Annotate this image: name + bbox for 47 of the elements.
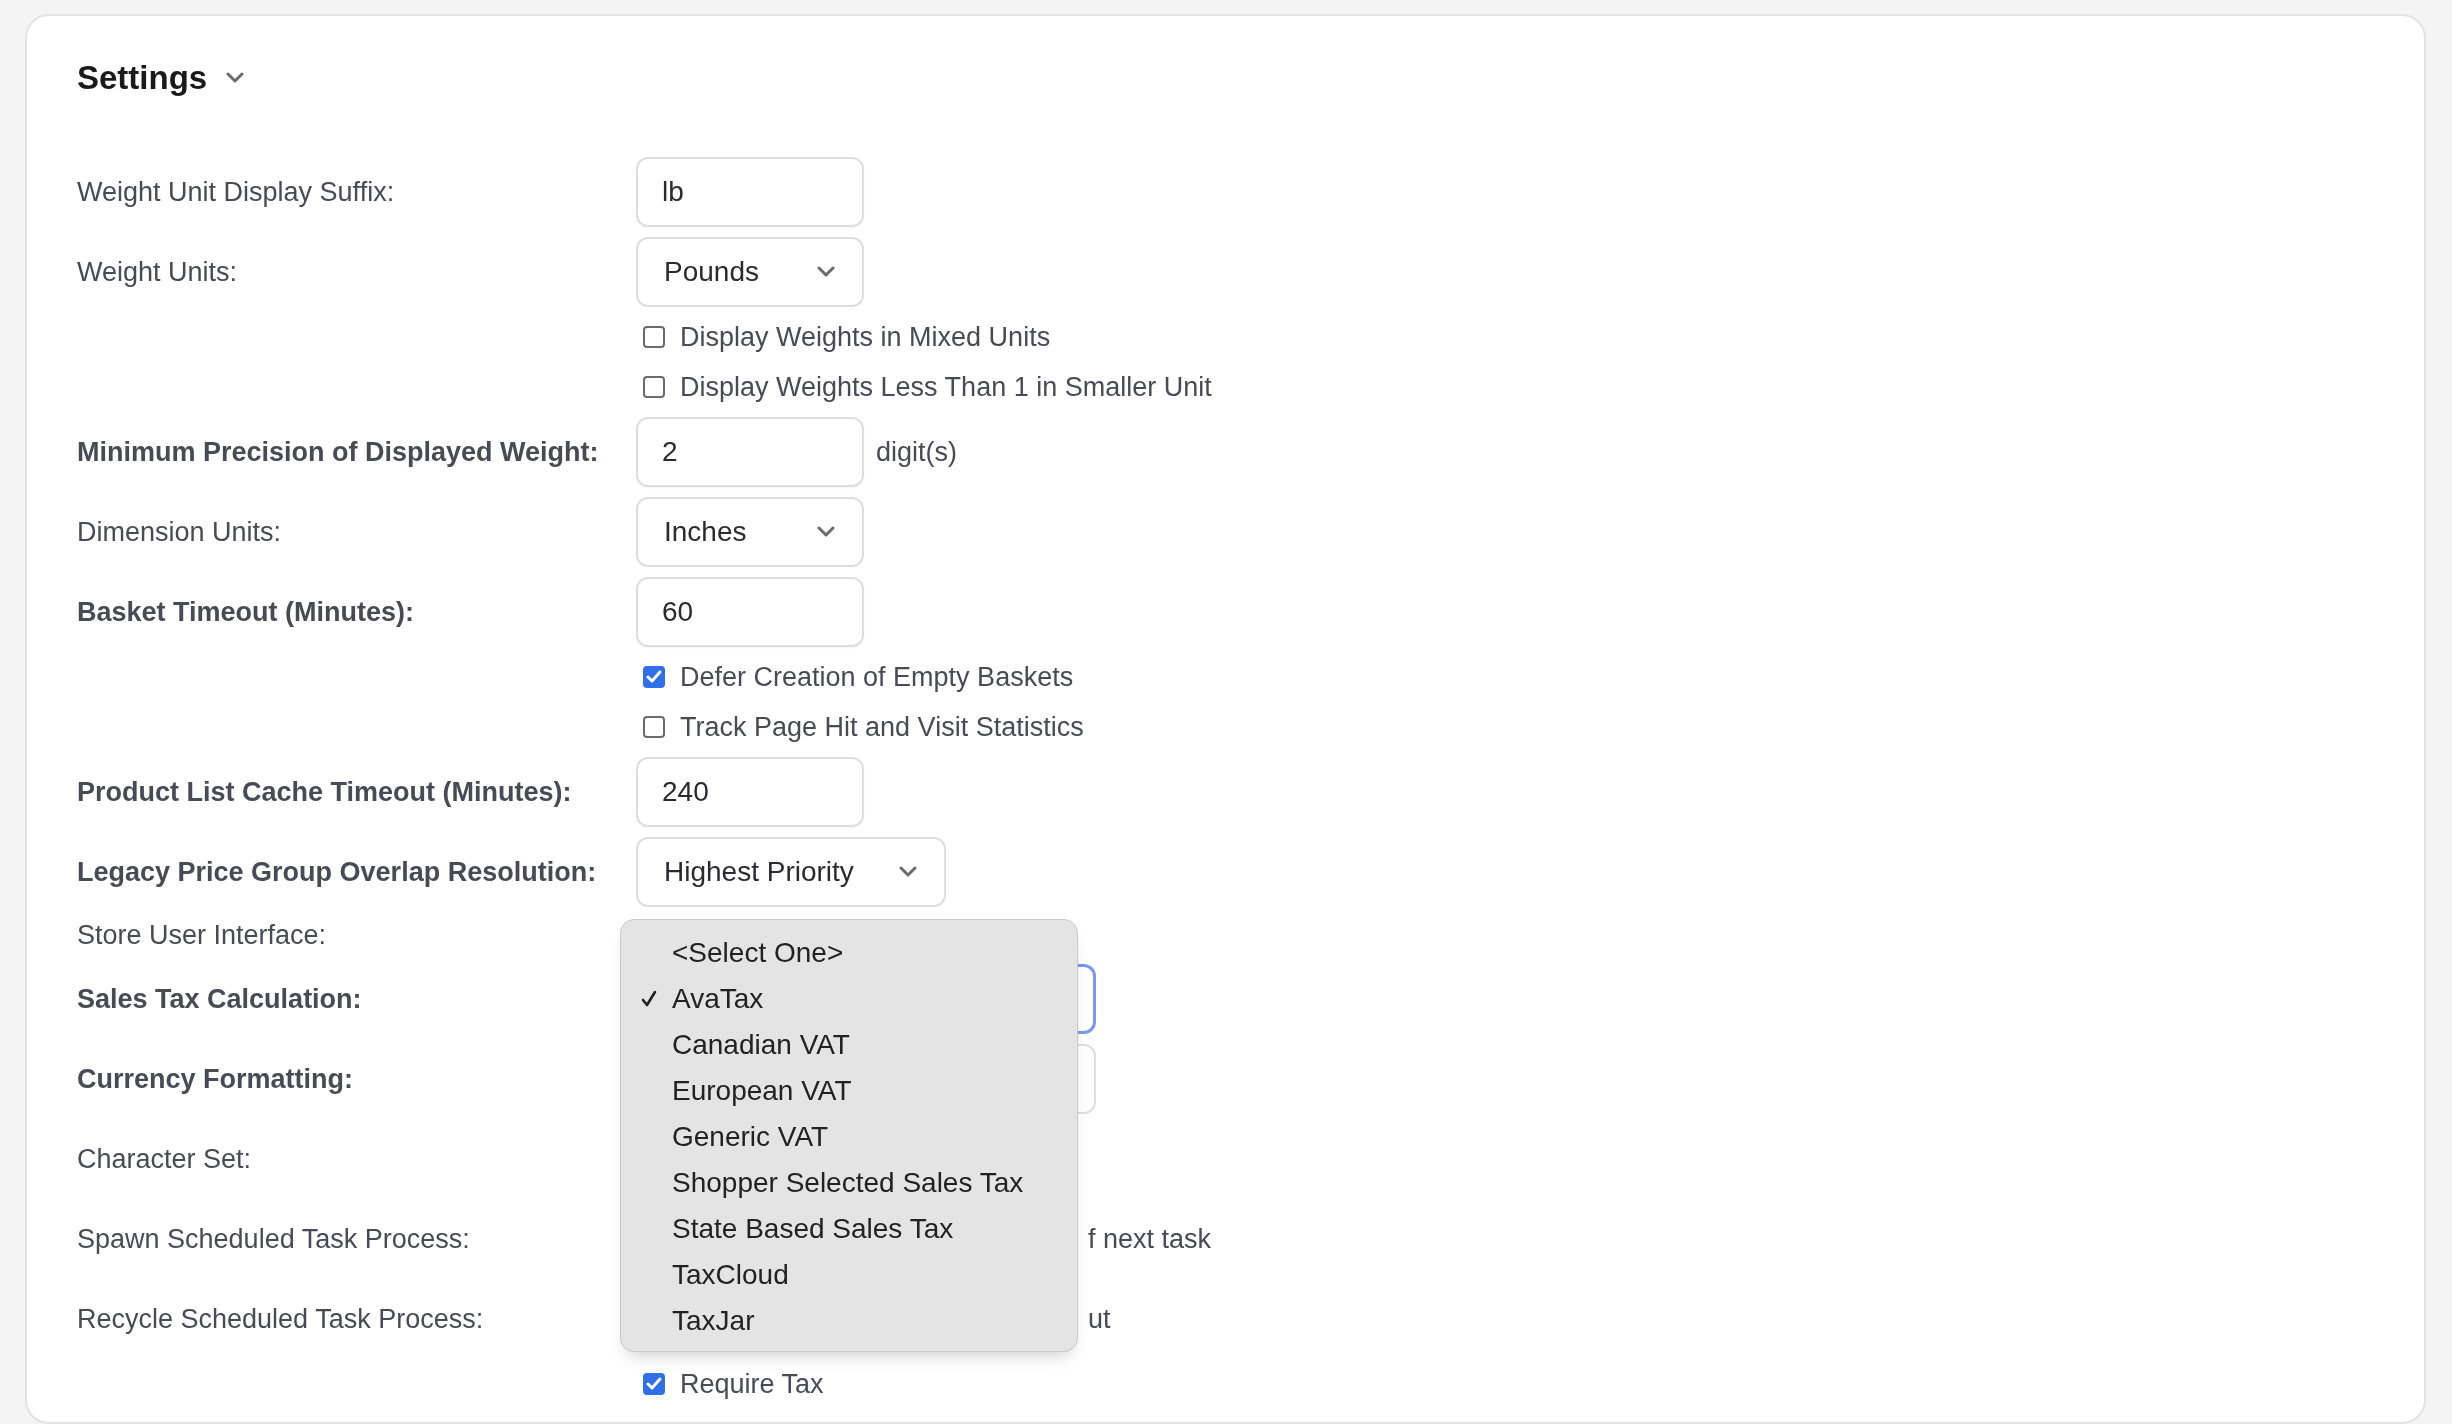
checkbox[interactable] [643, 376, 665, 398]
text-field[interactable]: 2 [636, 417, 864, 487]
field-label: Product List Cache Timeout (Minutes): [77, 776, 573, 808]
menu-option[interactable]: European VAT [621, 1068, 1077, 1114]
checkbox-label: Display Weights in Mixed Units [680, 321, 1051, 353]
text-field[interactable]: 60 [636, 577, 864, 647]
menu-option[interactable]: AvaTax [621, 976, 1077, 1022]
menu-option[interactable]: TaxCloud [621, 1252, 1077, 1298]
chevron-down-icon [897, 866, 918, 878]
field-label: Basket Timeout (Minutes): [77, 596, 416, 628]
checkbox-label: Defer Creation of Empty Baskets [680, 661, 1074, 693]
field-label: Character Set: [77, 1143, 253, 1175]
unit-label: digit(s) [876, 436, 957, 468]
checkbox[interactable] [643, 716, 665, 738]
select-field[interactable]: Inches [636, 497, 864, 567]
field-label: Spawn Scheduled Task Process: [77, 1223, 471, 1255]
field-label: Dimension Units: [77, 516, 283, 548]
checkbox[interactable] [643, 1373, 665, 1395]
checkbox-label: Track Page Hit and Visit Statistics [680, 711, 1084, 743]
text-field[interactable]: lb [636, 157, 864, 227]
menu-option[interactable]: Generic VAT [621, 1114, 1077, 1160]
field-label: Weight Unit Display Suffix: [77, 176, 396, 208]
field-label: Weight Units: [77, 256, 239, 288]
field-label: Legacy Price Group Overlap Resolution: [77, 856, 598, 888]
collapse-chevron-icon[interactable] [225, 72, 246, 84]
chevron-down-icon [816, 526, 836, 538]
field-label: Store User Interface: [77, 920, 328, 951]
select-field[interactable]: Pounds [636, 237, 864, 307]
select-field[interactable]: Highest Priority [636, 837, 946, 907]
menu-option[interactable]: State Based Sales Tax [621, 1206, 1077, 1252]
option-text: f next task [1088, 1223, 1212, 1255]
checkbox[interactable] [643, 666, 665, 688]
field-label: Sales Tax Calculation: [77, 983, 363, 1015]
checkbox[interactable] [643, 326, 665, 348]
field-label: Minimum Precision of Displayed Weight: [77, 436, 600, 468]
menu-option[interactable]: Canadian VAT [621, 1022, 1077, 1068]
option-text: ut [1088, 1303, 1111, 1335]
checkbox-label: Require Tax [680, 1368, 824, 1400]
text-field[interactable]: 240 [636, 757, 864, 827]
field-label: Currency Formatting: [77, 1063, 355, 1095]
menu-option[interactable]: TaxJar [621, 1298, 1077, 1344]
chevron-down-icon [816, 266, 836, 278]
checkbox-label: Display Weights Less Than 1 in Smaller Unit [680, 371, 1212, 403]
section-title: Settings [77, 59, 208, 97]
menu-option[interactable]: <Select One> [621, 930, 1077, 976]
menu-option[interactable]: Shopper Selected Sales Tax [621, 1160, 1077, 1206]
field-label: Recycle Scheduled Task Process: [77, 1303, 485, 1335]
